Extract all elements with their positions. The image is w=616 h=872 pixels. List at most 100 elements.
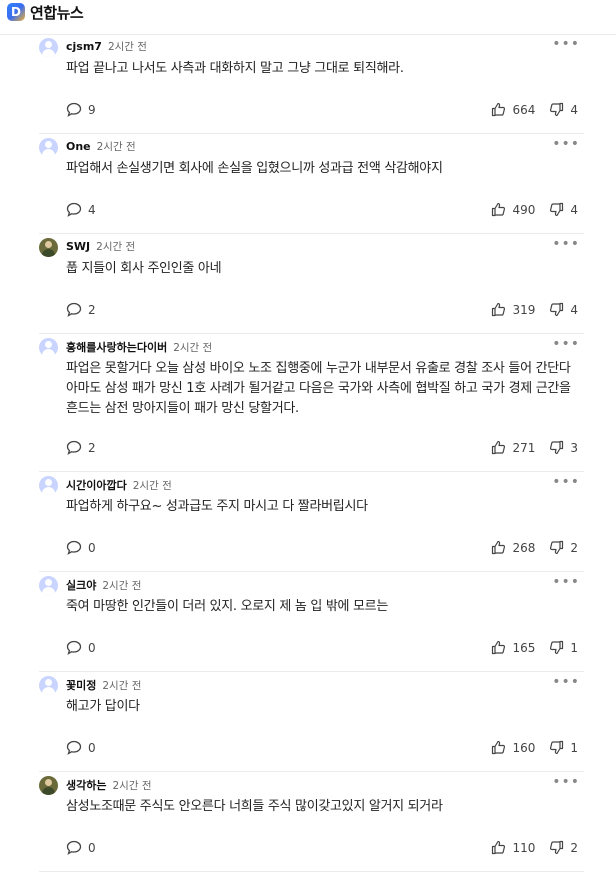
reply-button[interactable]: 2 xyxy=(66,302,96,317)
comment-author[interactable]: 꽃미정 2시간 전 xyxy=(66,677,141,693)
comment-item: 홍해를사랑하는다이버 2시간 전 ••• 파업은 못할거다 오늘 삼성 바이오 노… xyxy=(0,334,616,472)
comment-item: 생각하는 2시간 전 ••• 삼성노조때문 주식도 안오른다 너희들 주식 많이갖… xyxy=(0,772,616,872)
reply-button[interactable]: 0 xyxy=(66,540,96,555)
comment-item: 시간이아깝다 2시간 전 ••• 파업하게 하구요~ 성과급도 주지 마시고 다 … xyxy=(0,472,616,572)
more-options-icon[interactable]: ••• xyxy=(552,674,580,690)
reply-count: 4 xyxy=(88,202,96,217)
more-options-icon[interactable]: ••• xyxy=(552,774,580,790)
author-name[interactable]: 생각하는 xyxy=(66,779,106,792)
comment-time: 2시간 전 xyxy=(132,480,172,492)
comment-time: 2시간 전 xyxy=(112,780,152,792)
thumbs-down-icon[interactable] xyxy=(549,102,564,117)
reaction-group: 110 2 xyxy=(491,840,578,855)
thumbs-down-icon[interactable] xyxy=(549,302,564,317)
dislike-count: 2 xyxy=(570,840,578,855)
reply-button[interactable]: 0 xyxy=(66,640,96,655)
reaction-group: 271 3 xyxy=(491,440,578,455)
comment-item: 실크야 2시간 전 ••• 죽여 마땅한 인간들이 더러 있지. 오로지 제 놈 … xyxy=(0,572,616,672)
comment-item: SWJ 2시간 전 ••• 풉 지들이 회사 주인인줄 아네 2 319 4 xyxy=(0,234,616,334)
reaction-group: 490 4 xyxy=(491,202,578,217)
dislike-count: 3 xyxy=(570,440,578,455)
reply-bubble-icon xyxy=(66,102,82,117)
comment-text: 파업해서 손실생기면 회사에 손실을 입혔으니까 성과급 전액 삭감해야지 xyxy=(66,161,443,176)
comment-text: 삼성노조때문 주식도 안오른다 너희들 주식 많이갖고있지 알거지 되거라 xyxy=(66,799,443,814)
logo-icon[interactable]: D xyxy=(7,3,25,21)
thumbs-down-icon[interactable] xyxy=(549,440,564,455)
author-name[interactable]: 실크야 xyxy=(66,579,96,592)
comment-time: 2시간 전 xyxy=(173,342,213,354)
comment-author[interactable]: One 2시간 전 xyxy=(66,139,136,154)
avatar[interactable] xyxy=(39,576,58,595)
like-count: 268 xyxy=(512,540,536,555)
thumbs-down-icon[interactable] xyxy=(549,540,564,555)
avatar[interactable] xyxy=(39,676,58,695)
more-options-icon[interactable]: ••• xyxy=(552,36,580,52)
more-options-icon[interactable]: ••• xyxy=(552,336,580,352)
thumbs-down-icon[interactable] xyxy=(549,640,564,655)
more-options-icon[interactable]: ••• xyxy=(552,474,580,490)
author-name[interactable]: One xyxy=(66,140,91,153)
avatar[interactable] xyxy=(39,338,58,357)
reply-button[interactable]: 9 xyxy=(66,102,96,117)
author-name[interactable]: cjsm7 xyxy=(66,40,102,53)
dislike-count: 4 xyxy=(570,102,578,117)
more-options-icon[interactable]: ••• xyxy=(552,136,580,152)
comment-author[interactable]: SWJ 2시간 전 xyxy=(66,239,135,254)
thumbs-down-icon[interactable] xyxy=(549,840,564,855)
thumbs-down-icon[interactable] xyxy=(549,740,564,755)
thumbs-up-icon[interactable] xyxy=(491,302,506,317)
comment-author[interactable]: 생각하는 2시간 전 xyxy=(66,777,151,793)
reply-button[interactable]: 4 xyxy=(66,202,96,217)
comment-time: 2시간 전 xyxy=(96,241,136,253)
reply-bubble-icon xyxy=(66,440,82,455)
comment-item: cjsm7 2시간 전 ••• 파업 끝나고 나서도 사측과 대화하지 말고 그냥… xyxy=(0,34,616,134)
avatar[interactable] xyxy=(39,38,58,57)
author-name[interactable]: 시간이아깝다 xyxy=(66,479,127,492)
thumbs-up-icon[interactable] xyxy=(491,640,506,655)
reply-count: 0 xyxy=(88,540,96,555)
thumbs-up-icon[interactable] xyxy=(491,102,506,117)
reply-bubble-icon xyxy=(66,640,82,655)
header: D 연합뉴스 xyxy=(0,0,616,24)
thumbs-up-icon[interactable] xyxy=(491,740,506,755)
reply-button[interactable]: 0 xyxy=(66,840,96,855)
reaction-group: 664 4 xyxy=(491,102,578,117)
reaction-group: 160 1 xyxy=(491,740,578,755)
like-count: 110 xyxy=(512,840,536,855)
thumbs-down-icon[interactable] xyxy=(549,202,564,217)
comment-text: 파업 끝나고 나서도 사측과 대화하지 말고 그냥 그대로 퇴직해라. xyxy=(66,61,404,76)
author-name[interactable]: 홍해를사랑하는다이버 xyxy=(66,341,167,354)
comment-author[interactable]: 실크야 2시간 전 xyxy=(66,577,141,593)
dislike-count: 1 xyxy=(570,640,578,655)
avatar[interactable] xyxy=(39,476,58,495)
like-count: 160 xyxy=(512,740,536,755)
like-count: 319 xyxy=(512,302,536,317)
more-options-icon[interactable]: ••• xyxy=(552,574,580,590)
more-options-icon[interactable]: ••• xyxy=(552,236,580,252)
comment-author[interactable]: 홍해를사랑하는다이버 2시간 전 xyxy=(66,339,212,355)
thumbs-up-icon[interactable] xyxy=(491,440,506,455)
thumbs-up-icon[interactable] xyxy=(491,202,506,217)
comment-text: 파업은 못할거다 오늘 삼성 바이오 노조 집행중에 누군가 내부문서 유출로 … xyxy=(66,361,571,416)
comment-text: 죽여 마땅한 인간들이 더러 있지. 오로지 제 놈 입 밖에 모르는 xyxy=(66,599,388,614)
like-count: 271 xyxy=(512,440,536,455)
comment-text: 해고가 답이다 xyxy=(66,699,140,714)
dislike-count: 1 xyxy=(570,740,578,755)
thumbs-up-icon[interactable] xyxy=(491,840,506,855)
reply-count: 2 xyxy=(88,440,96,455)
comment-time: 2시간 전 xyxy=(102,580,142,592)
author-name[interactable]: SWJ xyxy=(66,240,90,253)
avatar[interactable] xyxy=(39,776,58,795)
avatar[interactable] xyxy=(39,138,58,157)
author-name[interactable]: 꽃미정 xyxy=(66,679,96,692)
comment-author[interactable]: cjsm7 2시간 전 xyxy=(66,39,147,54)
reply-button[interactable]: 0 xyxy=(66,740,96,755)
comment-text: 파업하게 하구요~ 성과급도 주지 마시고 다 짤라버립시다 xyxy=(66,499,368,514)
brand-name[interactable]: 연합뉴스 xyxy=(30,2,84,23)
comment-author[interactable]: 시간이아깝다 2시간 전 xyxy=(66,477,172,493)
comment-item: 꽃미정 2시간 전 ••• 해고가 답이다 0 160 1 xyxy=(0,672,616,772)
thumbs-up-icon[interactable] xyxy=(491,540,506,555)
avatar[interactable] xyxy=(39,238,58,257)
reply-button[interactable]: 2 xyxy=(66,440,96,455)
reply-bubble-icon xyxy=(66,540,82,555)
